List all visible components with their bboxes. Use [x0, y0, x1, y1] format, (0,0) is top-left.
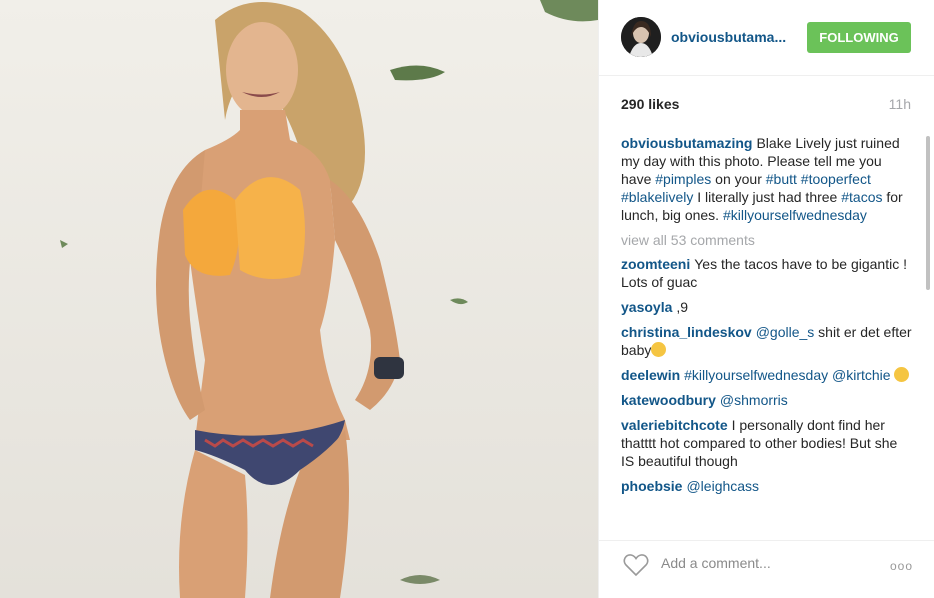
- more-options-icon[interactable]: ooo: [890, 559, 913, 573]
- post-footer: Add a comment... ooo: [599, 540, 934, 598]
- mention-link[interactable]: @golle_s: [756, 324, 815, 340]
- scrollbar-thumb[interactable]: [926, 136, 930, 290]
- comment-item: yasoyla ,9: [621, 298, 913, 316]
- laughing-emoji: [894, 367, 910, 382]
- mention-link[interactable]: @leighcass: [686, 478, 759, 494]
- post-photo[interactable]: [0, 0, 598, 598]
- post-timestamp[interactable]: 11h: [889, 96, 911, 112]
- comment-item: katewoodbury @shmorris: [621, 391, 913, 409]
- comment-item: phoebsie @leighcass: [621, 477, 913, 495]
- hashtag-link[interactable]: #pimples: [655, 171, 711, 187]
- comment-item: valeriebitchcote I personally dont find h…: [621, 416, 913, 470]
- comment-username[interactable]: zoomteeni: [621, 256, 690, 272]
- view-all-comments-link[interactable]: view all 53 comments: [621, 231, 913, 249]
- hashtag-link[interactable]: #tacos: [841, 189, 882, 205]
- comment-username[interactable]: katewoodbury: [621, 392, 716, 408]
- post-caption: obviousbutamazing Blake Lively just ruine…: [621, 134, 913, 224]
- hashtag-link[interactable]: #blakelively: [621, 189, 693, 205]
- following-button[interactable]: FOLLOWING: [807, 22, 911, 53]
- comment-item: deelewin #killyourselfwednesday @kirtchie: [621, 366, 913, 384]
- comment-username[interactable]: christina_lindeskov: [621, 324, 752, 340]
- avatar[interactable]: [621, 17, 661, 57]
- mention-link[interactable]: @kirtchie: [832, 367, 891, 383]
- comment-text: I literally just had three: [693, 189, 842, 205]
- comment-username[interactable]: yasoyla: [621, 299, 672, 315]
- post-sidebar: obviousbutama... FOLLOWING 290 likes 11h…: [598, 0, 934, 598]
- comments-list[interactable]: obviousbutamazing Blake Lively just ruine…: [621, 134, 913, 528]
- comment-username[interactable]: valeriebitchcote: [621, 417, 728, 433]
- likes-count[interactable]: 290 likes: [621, 96, 679, 112]
- avatar-image: [621, 17, 661, 57]
- beach-photo-image: [0, 0, 598, 598]
- hashtag-link[interactable]: #killyourselfwednesday: [684, 367, 828, 383]
- comment-text: ,9: [676, 299, 689, 315]
- post-header: obviousbutama... FOLLOWING: [599, 0, 934, 76]
- comments-scrollbar[interactable]: [922, 136, 930, 530]
- mention-link[interactable]: @shmorris: [720, 392, 788, 408]
- comment-text: on your: [711, 171, 766, 187]
- comment-item: christina_lindeskov @golle_s shit er det …: [621, 323, 913, 359]
- post-meta: 290 likes 11h: [621, 96, 911, 116]
- post-username[interactable]: obviousbutama...: [671, 29, 791, 45]
- comment-item: zoomteeni Yes the tacos have to be gigant…: [621, 255, 913, 291]
- hashtag-link[interactable]: #butt: [766, 171, 797, 187]
- instagram-post: obviousbutama... FOLLOWING 290 likes 11h…: [0, 0, 934, 598]
- caption-username[interactable]: obviousbutamazing: [621, 135, 752, 151]
- add-comment-input[interactable]: Add a comment...: [661, 555, 771, 571]
- flushed-emoji: [651, 342, 667, 357]
- hashtag-link[interactable]: #killyourselfwednesday: [723, 207, 867, 223]
- heart-icon[interactable]: [623, 553, 649, 582]
- comment-username[interactable]: phoebsie: [621, 478, 682, 494]
- comment-username[interactable]: deelewin: [621, 367, 680, 383]
- hashtag-link[interactable]: #tooperfect: [801, 171, 871, 187]
